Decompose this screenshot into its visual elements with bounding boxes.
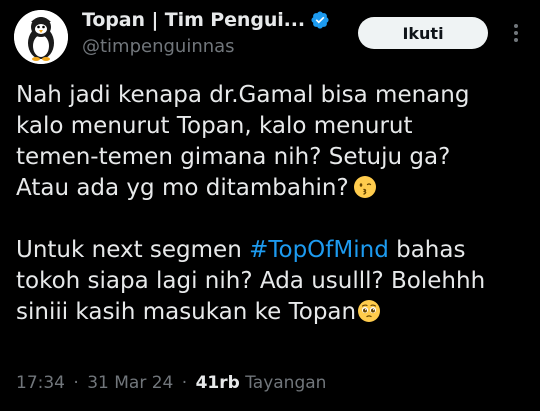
text-line: kalo menurut Topan, kalo menurut — [16, 113, 413, 139]
tweet-meta: 17:34 · 31 Mar 24 · 41rb Tayangan — [16, 373, 326, 393]
tweet-date[interactable]: 31 Mar 24 — [87, 373, 173, 393]
text-line: temen-temen gimana nih? Setuju ga? — [16, 144, 451, 170]
tweet-time[interactable]: 17:34 — [16, 373, 65, 393]
paragraph-1: Nah jadi kenapa dr.Gamal bisa menang kal… — [16, 80, 531, 204]
separator: · — [181, 373, 188, 393]
verified-badge-icon — [311, 11, 329, 29]
text-line: Untuk next segmen — [16, 237, 242, 263]
follow-button[interactable]: Ikuti — [358, 17, 488, 49]
more-dots-icon[interactable] — [509, 20, 523, 46]
views-count: 41rb — [195, 373, 240, 393]
text-line: Nah jadi kenapa dr.Gamal bisa menang — [16, 82, 470, 108]
tweet-text: Nah jadi kenapa dr.Gamal bisa menang kal… — [16, 80, 531, 328]
text-line: tokoh siapa lagi nih? Ada usulll? Bolehh… — [16, 268, 486, 294]
display-name-row: Topan | Tim Pengui... — [82, 7, 342, 33]
text-line: bahas — [396, 237, 466, 263]
display-name[interactable]: Topan | Tim Pengui... — [82, 9, 305, 31]
text-line: siniii kasih masukan ke Topan — [16, 299, 357, 325]
penguin-avatar-icon — [14, 10, 68, 64]
views-link[interactable]: 41rb Tayangan — [196, 373, 327, 393]
views-label: Tayangan — [245, 373, 327, 393]
user-handle[interactable]: @timpenguinnas — [82, 36, 342, 57]
tweet-card: Topan | Tim Pengui... @timpenguinnas Iku… — [0, 0, 540, 411]
avatar[interactable] — [14, 10, 68, 64]
separator: · — [73, 373, 79, 393]
hashtag-link[interactable]: #TopOfMind — [249, 237, 389, 263]
pleading-face-emoji-icon — [357, 299, 381, 323]
author-info: Topan | Tim Pengui... @timpenguinnas — [82, 7, 342, 57]
text-line: Atau ada yg mo ditambahin? — [16, 175, 349, 201]
paragraph-2: Untuk next segmen #TopOfMind bahas tokoh… — [16, 235, 531, 328]
kissing-face-emoji-icon — [353, 175, 377, 199]
